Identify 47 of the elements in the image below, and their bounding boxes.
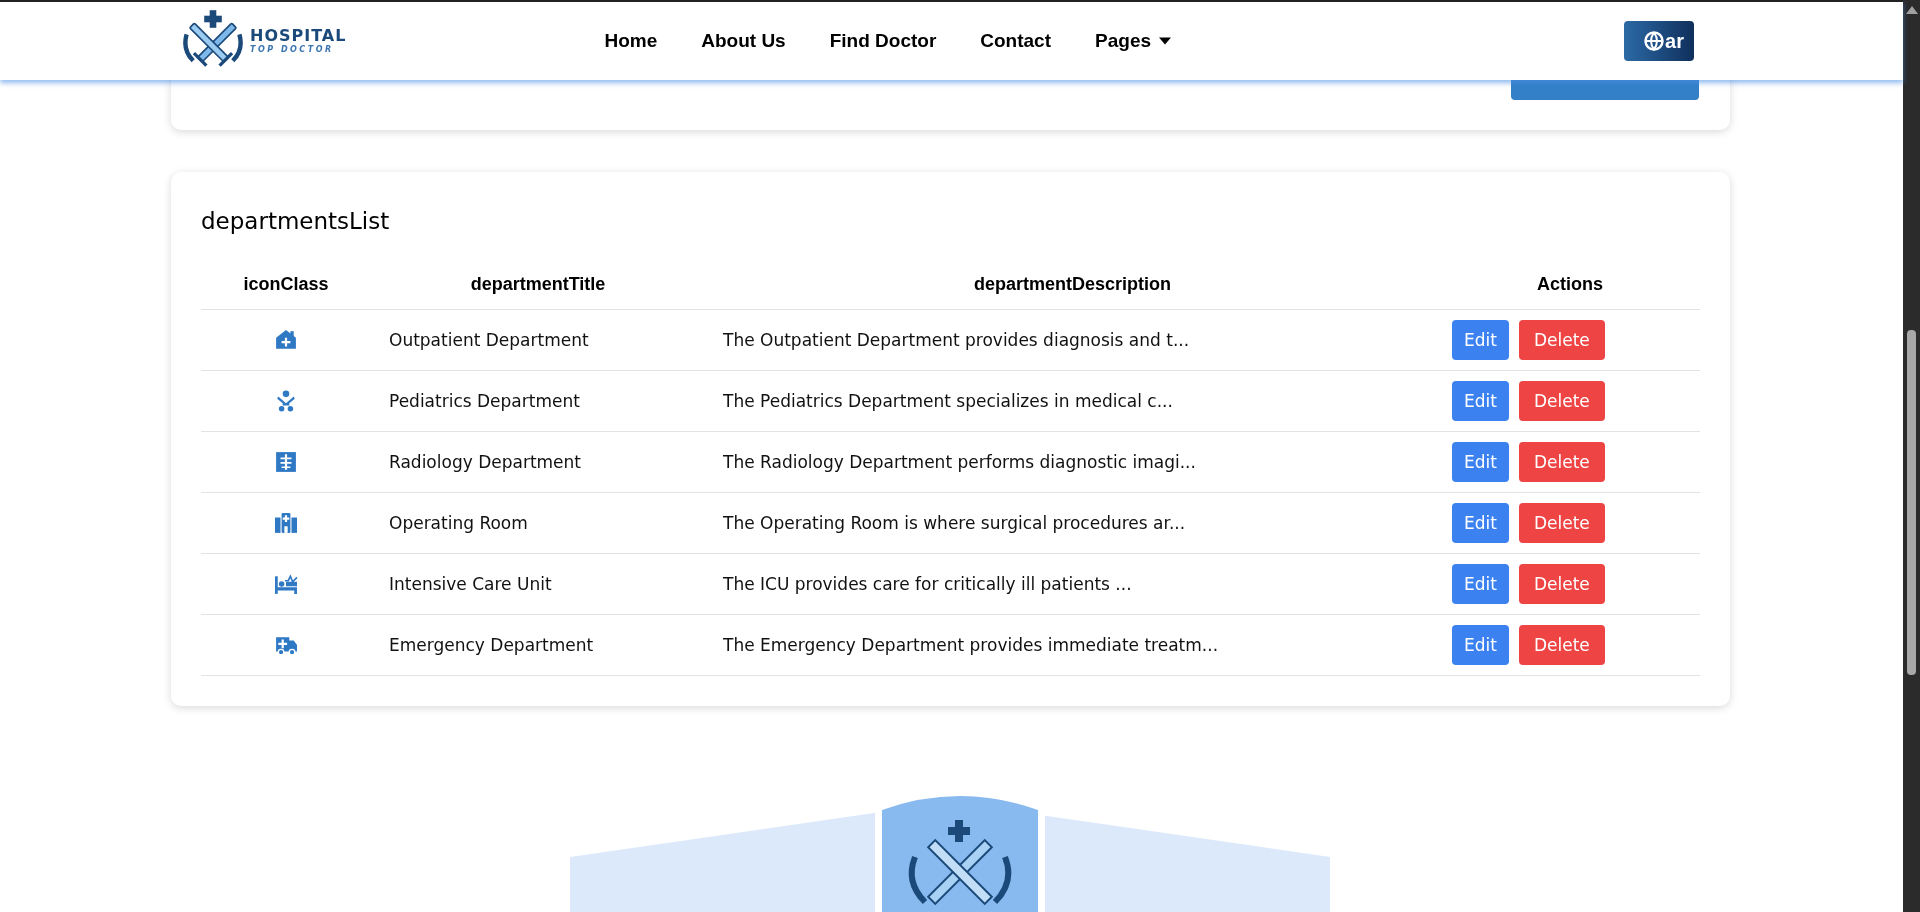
department-title: Operating Room: [389, 513, 528, 533]
delete-button[interactable]: Delete: [1518, 442, 1605, 482]
department-description: The Operating Room is where surgical procedures ar...: [723, 513, 1186, 533]
ambulance-icon: [274, 634, 298, 656]
x-ray-icon: [274, 451, 298, 473]
nav-dropdown[interactable]: Pages: [1095, 30, 1171, 52]
logo[interactable]: HOSPITAL TOP DOCTOR: [180, 8, 347, 74]
delete-button[interactable]: Delete: [1518, 625, 1605, 665]
column-header: departmentDescription: [705, 266, 1440, 310]
nav-link[interactable]: Contact: [980, 30, 1052, 52]
bed-monitor-icon: [274, 573, 298, 595]
baby-icon: [274, 390, 298, 412]
department-title: Emergency Department: [389, 635, 594, 655]
department-description: The ICU provides care for critically ill patients ...: [723, 574, 1132, 594]
logo-subtitle: TOP DOCTOR: [250, 45, 335, 55]
delete-button[interactable]: Delete: [1518, 564, 1605, 604]
hospital-building-icon: [274, 512, 298, 534]
delete-button[interactable]: Delete: [1518, 320, 1605, 360]
edit-button[interactable]: Edit: [1452, 625, 1509, 665]
department-title: Outpatient Department: [389, 330, 589, 350]
edit-button[interactable]: Edit: [1452, 381, 1509, 421]
column-header: iconClass: [201, 266, 371, 310]
nav-link[interactable]: About Us: [701, 30, 786, 52]
edit-button[interactable]: Edit: [1452, 503, 1509, 543]
department-title: Pediatrics Department: [389, 391, 580, 411]
department-description: The Radiology Department performs diagnostic imagi...: [723, 452, 1196, 472]
delete-button[interactable]: Delete: [1518, 381, 1605, 421]
language-button[interactable]: ar: [1624, 21, 1694, 61]
logo-title: HOSPITAL: [250, 27, 347, 45]
department-description: The Emergency Department provides immediate treatm...: [723, 635, 1219, 655]
department-title: Intensive Care Unit: [389, 574, 552, 594]
column-header: departmentTitle: [371, 266, 705, 310]
globe-icon: [1644, 31, 1665, 51]
hospital-house-icon: [274, 329, 298, 351]
card-title: departmentsList: [201, 208, 391, 234]
department-description: The Pediatrics Department specializes in medical c...: [723, 391, 1173, 411]
column-header: Actions: [1440, 266, 1700, 310]
edit-button[interactable]: Edit: [1452, 442, 1509, 482]
department-title: Radiology Department: [389, 452, 582, 472]
caret-icon[interactable]: [1159, 37, 1171, 45]
edit-button[interactable]: Edit: [1452, 564, 1509, 604]
scrollbar[interactable]: [1903, 0, 1920, 912]
nav-link[interactable]: Find Doctor: [829, 30, 937, 52]
department-description: The Outpatient Department provides diagnosis and t...: [723, 330, 1190, 350]
edit-button[interactable]: Edit: [1452, 320, 1509, 360]
delete-button[interactable]: Delete: [1518, 503, 1605, 543]
nav-link[interactable]: Home: [604, 30, 658, 52]
